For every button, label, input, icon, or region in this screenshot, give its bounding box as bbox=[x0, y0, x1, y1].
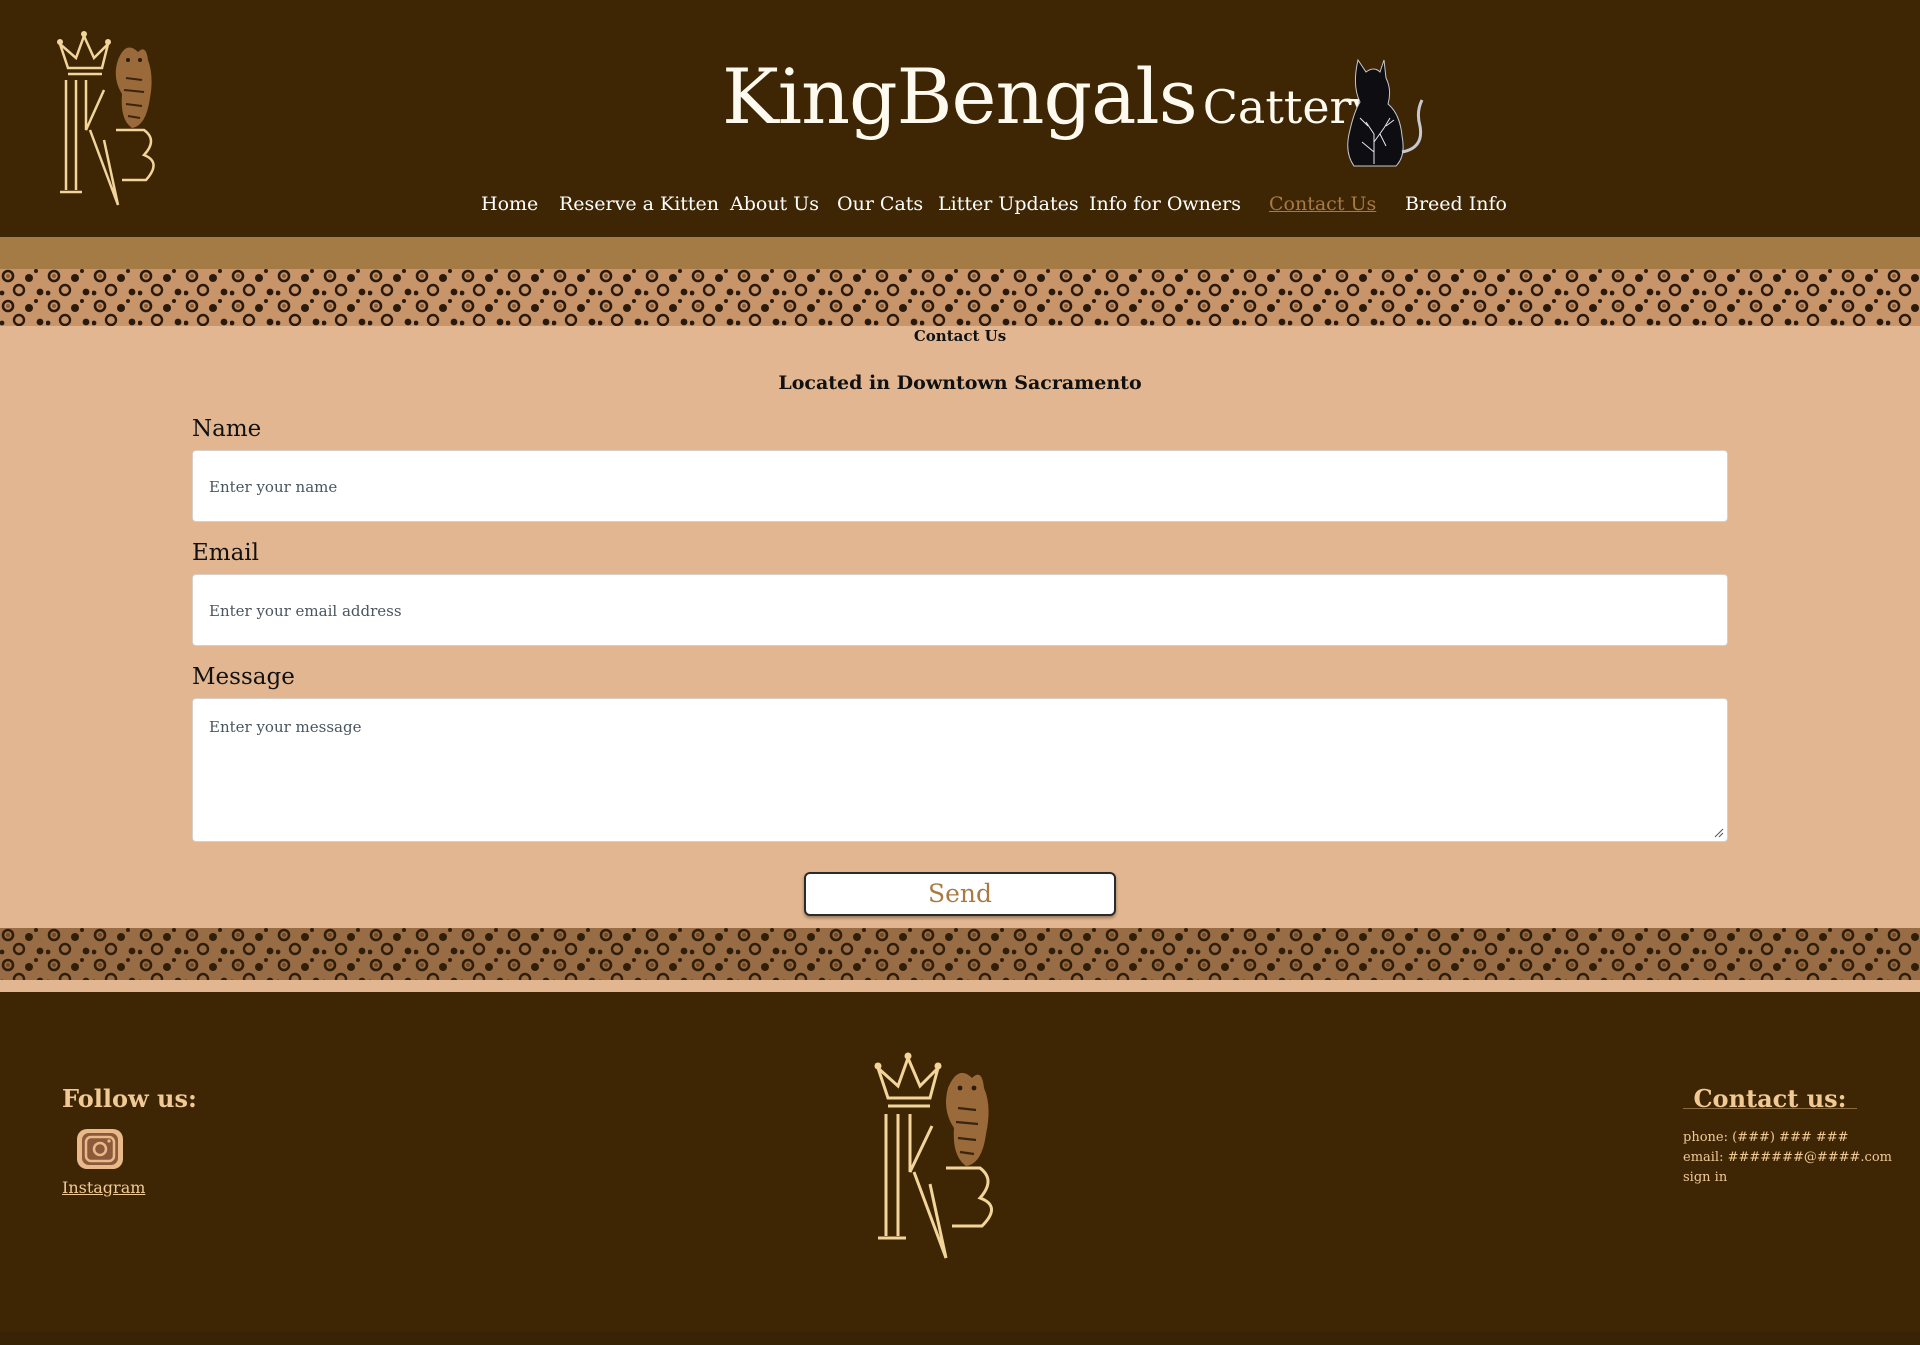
leopard-pattern-band bbox=[0, 269, 1920, 326]
sign-in-link[interactable]: sign in bbox=[1683, 1170, 1727, 1185]
nav-info-for-owners[interactable]: Info for Owners bbox=[1089, 193, 1241, 215]
message-textarea[interactable]: Enter your message bbox=[192, 698, 1728, 842]
contact-email: email: #######@####.com bbox=[1683, 1150, 1892, 1165]
email-label: Email bbox=[192, 540, 260, 566]
instagram-icon[interactable] bbox=[76, 1128, 124, 1170]
contact-phone: phone: (###) ### ### bbox=[1683, 1130, 1849, 1145]
site-title: KingBengals Cattery bbox=[722, 52, 1378, 141]
main-nav: Home Reserve a Kitten About Us Our Cats … bbox=[0, 193, 1920, 223]
email-input[interactable]: Enter your email address bbox=[192, 574, 1728, 646]
send-button[interactable]: Send bbox=[804, 872, 1116, 916]
site-footer: Follow us: Instagram Contact us: phone: … bbox=[0, 992, 1920, 1332]
tan-divider bbox=[0, 237, 1920, 269]
resize-grip-icon[interactable] bbox=[1714, 828, 1724, 838]
nav-breed-info[interactable]: Breed Info bbox=[1405, 193, 1507, 215]
contact-section: Contact Us Located in Downtown Sacrament… bbox=[0, 326, 1920, 928]
light-divider bbox=[0, 980, 1920, 992]
message-label: Message bbox=[192, 664, 295, 690]
page-heading: Contact Us bbox=[913, 327, 1007, 345]
cat-silhouette-icon bbox=[1347, 58, 1424, 167]
nav-home[interactable]: Home bbox=[481, 193, 538, 215]
kb-crown-logo-icon[interactable] bbox=[46, 30, 178, 215]
message-placeholder: Enter your message bbox=[209, 718, 362, 736]
nav-reserve-kitten[interactable]: Reserve a Kitten bbox=[559, 193, 719, 215]
leopard-pattern-band-bottom bbox=[0, 928, 1920, 980]
nav-contact-us[interactable]: Contact Us bbox=[1269, 193, 1376, 215]
contact-divider bbox=[1683, 1108, 1857, 1109]
instagram-link[interactable]: Instagram bbox=[62, 1178, 145, 1197]
bottom-bar bbox=[0, 1332, 1920, 1345]
site-title-main: KingBengals bbox=[722, 52, 1198, 141]
follow-us-heading: Follow us: bbox=[62, 1084, 197, 1113]
location-text: Located in Downtown Sacramento bbox=[778, 372, 1142, 394]
nav-about-us[interactable]: About Us bbox=[730, 193, 819, 215]
kb-crown-logo-footer-icon bbox=[874, 1052, 993, 1259]
nav-litter-updates[interactable]: Litter Updates bbox=[938, 193, 1079, 215]
site-header: KingBengals Cattery Home Reserve a Kitten… bbox=[0, 0, 1920, 237]
nav-our-cats[interactable]: Our Cats bbox=[837, 193, 923, 215]
name-label: Name bbox=[192, 416, 262, 442]
name-input[interactable]: Enter your name bbox=[192, 450, 1728, 522]
